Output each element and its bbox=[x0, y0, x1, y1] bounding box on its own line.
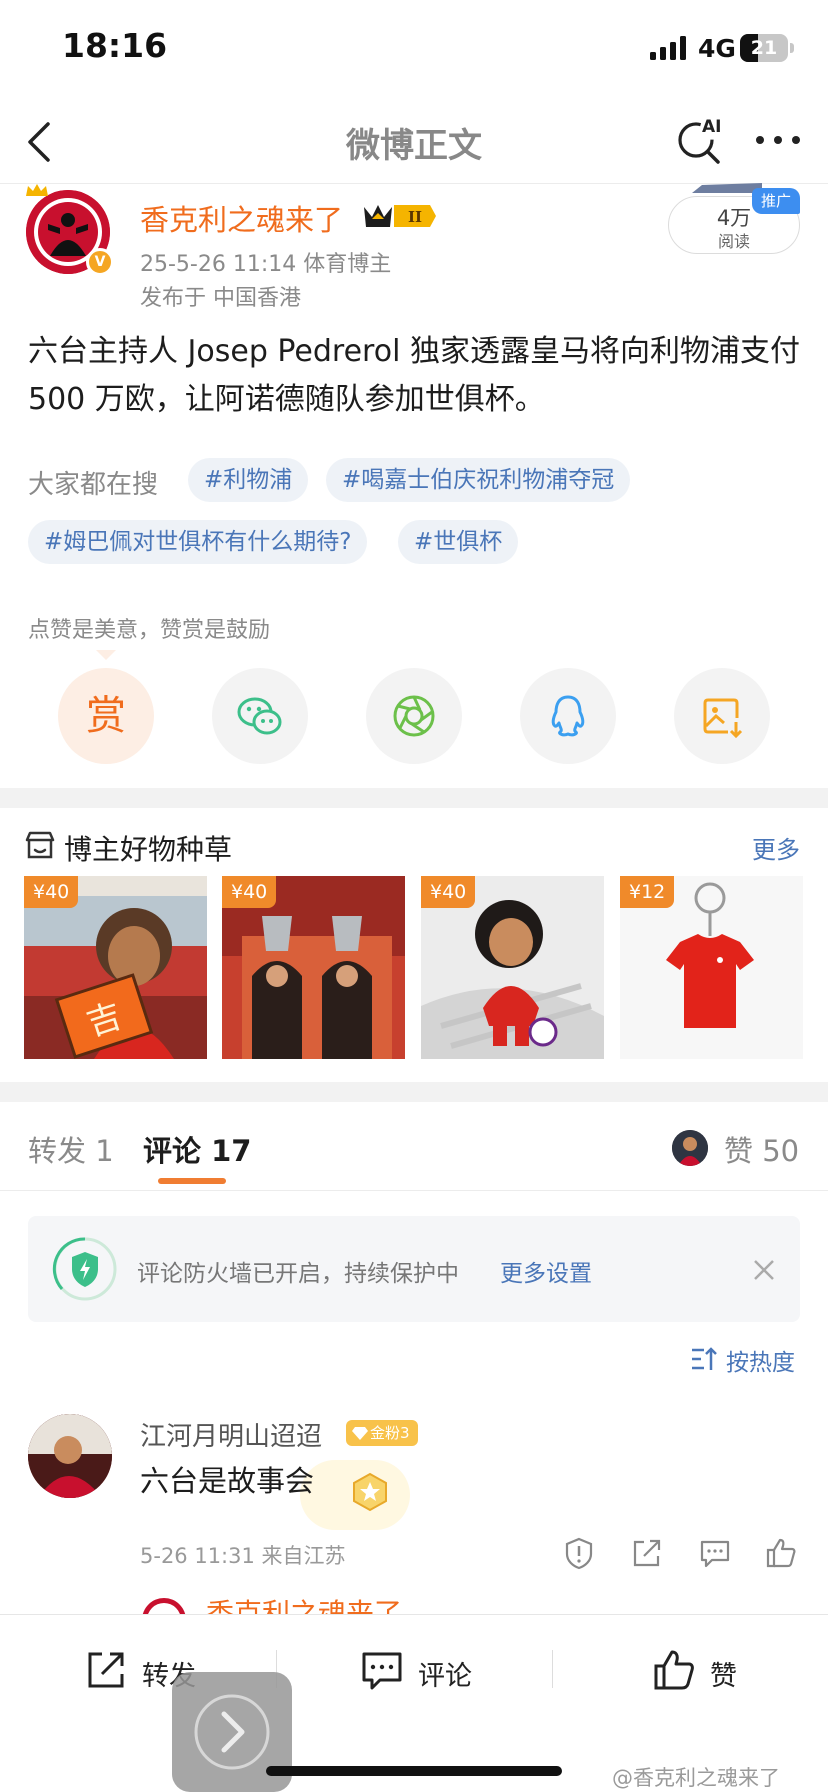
crown-decoration-icon bbox=[26, 184, 48, 196]
network-type: 4G bbox=[698, 34, 736, 63]
report-icon[interactable] bbox=[562, 1536, 596, 1570]
battery-icon: 21 bbox=[740, 34, 788, 62]
read-label: 阅读 bbox=[717, 232, 750, 251]
price-tag: ¥40 bbox=[222, 876, 277, 908]
commenter-avatar-image bbox=[28, 1414, 112, 1498]
product-card[interactable]: 吉 ¥40 bbox=[24, 876, 207, 1059]
ai-search-icon: AI bbox=[678, 117, 721, 164]
hot-search-label: 大家都在搜 bbox=[28, 470, 159, 500]
comment-text: 六台是故事会 bbox=[140, 1464, 315, 1498]
share-qq-button[interactable] bbox=[520, 668, 616, 764]
firewall-status-text: 评论防火墙已开启，持续保护中 bbox=[137, 1261, 459, 1287]
section-divider bbox=[0, 1082, 828, 1102]
price-tag: ¥12 bbox=[620, 876, 675, 908]
tab-comments[interactable]: 评论 17 bbox=[143, 1128, 251, 1170]
comment-button[interactable]: 评论 bbox=[360, 1644, 500, 1696]
share-wechat-button[interactable] bbox=[212, 668, 308, 764]
shop-icon bbox=[25, 831, 55, 859]
tab-repost[interactable]: 转发 1 bbox=[28, 1128, 114, 1170]
reply-icon[interactable] bbox=[698, 1536, 732, 1570]
section-divider bbox=[0, 788, 828, 808]
share-icon[interactable] bbox=[630, 1536, 664, 1570]
comment-icon bbox=[362, 1652, 402, 1690]
promo-tag[interactable]: 推广 bbox=[752, 188, 800, 214]
qq-icon bbox=[551, 695, 585, 737]
next-reply-preview: 香克利之魂来了 bbox=[140, 1594, 500, 1616]
battery-nub bbox=[790, 43, 794, 53]
like-label: 赞 bbox=[710, 1661, 737, 1692]
ai-search-button[interactable]: AI bbox=[676, 114, 726, 166]
liker-avatar-image bbox=[672, 1130, 708, 1166]
more-options-icon[interactable] bbox=[752, 124, 804, 156]
home-indicator[interactable] bbox=[266, 1766, 562, 1776]
verified-badge-icon: V bbox=[86, 248, 114, 276]
close-icon[interactable] bbox=[752, 1258, 776, 1282]
comment-username[interactable]: 江河月明山迢迢 bbox=[140, 1416, 322, 1453]
repost-icon bbox=[88, 1652, 124, 1688]
like-icon bbox=[654, 1650, 694, 1690]
sort-by-hot-button[interactable]: 按热度 bbox=[726, 1343, 795, 1377]
shop-more-link[interactable]: 更多 bbox=[752, 830, 800, 865]
price-tag: ¥40 bbox=[24, 876, 79, 908]
post-timestamp: 25-5-26 11:14 体育博主 bbox=[140, 252, 392, 277]
moments-icon bbox=[393, 695, 435, 737]
tip-arrow-icon bbox=[96, 650, 116, 660]
status-time: 18:16 bbox=[62, 26, 168, 65]
hot-search-chip[interactable]: #世俱杯 bbox=[398, 520, 519, 564]
tabs-divider bbox=[0, 1190, 828, 1191]
reward-button[interactable]: 赏 bbox=[58, 668, 154, 764]
gem-icon bbox=[352, 1427, 368, 1440]
price-tag: ¥40 bbox=[421, 876, 476, 908]
save-image-button[interactable] bbox=[674, 668, 770, 764]
shield-icon bbox=[52, 1237, 117, 1301]
product-card[interactable]: ¥40 bbox=[222, 876, 405, 1059]
tab-likes[interactable]: 赞 50 bbox=[724, 1128, 799, 1170]
liker-avatar bbox=[672, 1130, 708, 1166]
comment-avatar[interactable] bbox=[28, 1414, 112, 1498]
like-button[interactable]: 赞 bbox=[652, 1644, 762, 1696]
battery-percent: 21 bbox=[750, 37, 778, 59]
signal-icon bbox=[650, 36, 686, 60]
save-image-icon bbox=[703, 698, 743, 739]
ai-label: AI bbox=[702, 117, 721, 137]
hot-search-chip[interactable]: #利物浦 bbox=[188, 458, 309, 502]
sort-icon[interactable] bbox=[690, 1346, 718, 1372]
share-moments-button[interactable] bbox=[366, 668, 462, 764]
hot-search-chip[interactable]: #喝嘉士伯庆祝利物浦夺冠 bbox=[326, 458, 631, 502]
medal-icon bbox=[353, 1472, 387, 1512]
wechat-icon bbox=[237, 697, 282, 735]
bottom-bar-separator bbox=[552, 1650, 553, 1688]
next-reply-avatar bbox=[142, 1598, 186, 1616]
firewall-settings-link[interactable]: 更多设置 bbox=[500, 1254, 592, 1288]
weibo-watermark: @香克利之魂来了 bbox=[612, 1766, 780, 1790]
product-card[interactable]: ¥12 bbox=[620, 876, 803, 1059]
like-icon[interactable] bbox=[764, 1536, 798, 1570]
active-tab-indicator bbox=[158, 1178, 226, 1184]
product-card[interactable]: ¥40 bbox=[421, 876, 604, 1059]
post-body-text: 六台主持人 Josep Pedrerol 独家透露皇马将向利物浦支付 500 万… bbox=[28, 334, 800, 417]
author-name[interactable]: 香克利之魂来了 bbox=[140, 197, 343, 239]
comment-meta: 5-26 11:31 来自江苏 bbox=[140, 1544, 346, 1568]
post-location: 发布于 中国香港 bbox=[140, 286, 301, 311]
encourage-text: 点赞是美意，赞赏是鼓励 bbox=[28, 618, 271, 643]
shop-title: 博主好物种草 bbox=[64, 833, 233, 866]
vip-level-text: II bbox=[408, 208, 422, 226]
hot-search-chip[interactable]: #姆巴佩对世俱杯有什么期待? bbox=[28, 520, 368, 564]
vip-level-badge[interactable]: II bbox=[362, 201, 438, 231]
comment-label: 评论 bbox=[418, 1661, 472, 1692]
